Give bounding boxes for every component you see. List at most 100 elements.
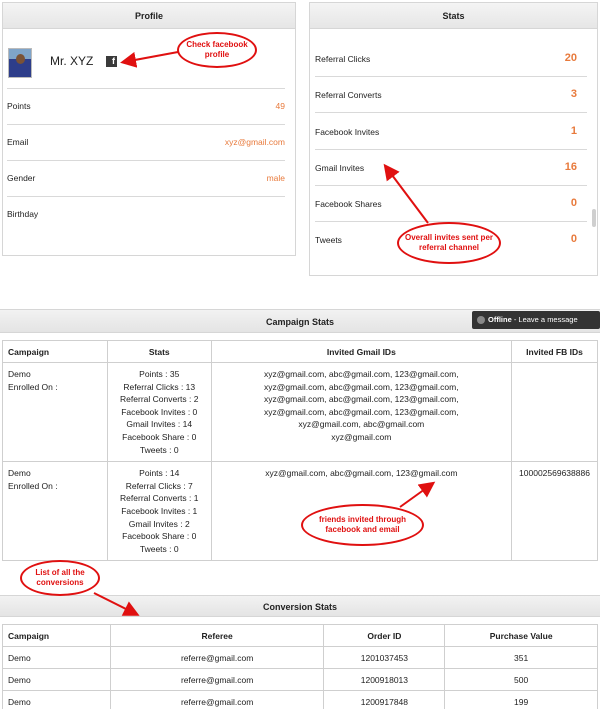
profile-row-gender: Gender male	[7, 173, 285, 183]
gmail-line: xyz@gmail.com	[331, 431, 392, 442]
stat-line: Referral Clicks : 13	[123, 381, 196, 392]
conv-order-id: 1201037453	[323, 646, 446, 669]
stat-line: Gmail Invites : 2	[128, 518, 190, 529]
table-row: Demo referre@gmail.com 1201037453 351	[2, 646, 598, 669]
gmail-line: xyz@gmail.com, abc@gmail.com, 123@gmail.…	[264, 381, 459, 392]
enrolled-on: Enrolled On :	[8, 480, 58, 491]
stats-label: Referral Clicks	[315, 54, 371, 64]
stats-row-facebook-invites: Facebook Invites 1	[315, 125, 577, 137]
stats-value: 0	[570, 197, 577, 209]
gmail-line: xyz@gmail.com, abc@gmail.com	[298, 419, 425, 430]
stats-row-gmail-invites: Gmail Invites 16	[315, 161, 577, 173]
profile-label: Gender	[7, 173, 36, 183]
profile-value: 49	[275, 101, 285, 111]
table-header-row: Campaign Stats Invited Gmail IDs Invited…	[2, 340, 599, 363]
enrolled-on: Enrolled On :	[8, 381, 58, 392]
gmail-line: xyz@gmail.com, abc@gmail.com, 123@gmail.…	[264, 394, 459, 405]
column-header: Invited Gmail IDs	[210, 340, 512, 363]
chat-status: Offline	[488, 315, 512, 324]
conv-value: 500	[444, 668, 598, 691]
stat-line: Tweets : 0	[139, 444, 179, 455]
stat-line: Points : 35	[139, 369, 180, 379]
column-header: Order ID	[323, 624, 446, 647]
table-row: Demo referre@gmail.com 1200918013 500	[2, 668, 598, 691]
gmail-line: xyz@gmail.com, abc@gmail.com, 123@gmail.…	[264, 369, 459, 379]
campaign-cell: Demo Enrolled On :	[2, 461, 108, 562]
stats-cell: Points : 14 Referral Clicks : 7 Referral…	[106, 461, 212, 562]
campaign-cell: Demo Enrolled On :	[2, 361, 108, 463]
stats-title: Stats	[310, 3, 597, 29]
stats-label: Facebook Invites	[315, 127, 380, 137]
column-header: Purchase Value	[444, 624, 598, 647]
conv-campaign: Demo	[2, 646, 111, 669]
stat-line: Gmail Invites : 14	[126, 419, 193, 430]
campaign-name: Demo	[8, 468, 31, 479]
stats-value: 20	[564, 52, 577, 64]
stats-label: Facebook Shares	[315, 199, 382, 209]
profile-title: Profile	[3, 3, 295, 29]
facebook-icon[interactable]: f	[106, 56, 117, 67]
conversion-stats-title: Conversion Stats	[0, 595, 600, 617]
annotation-conversions: List of all the conversions	[20, 560, 100, 596]
stat-line: Facebook Invites : 1	[121, 505, 198, 516]
profile-value: male	[266, 173, 285, 183]
profile-row-birthday: Birthday	[7, 209, 285, 219]
profile-label: Birthday	[7, 209, 39, 219]
stat-line: Facebook Share : 0	[122, 431, 197, 442]
table-header-row: Campaign Referee Order ID Purchase Value	[2, 624, 598, 647]
campaign-name: Demo	[8, 369, 31, 379]
stats-row-referral-converts: Referral Converts 3	[315, 88, 577, 100]
conv-order-id: 1200917848	[323, 690, 446, 709]
stats-value: 16	[564, 161, 577, 173]
profile-row-email: Email xyz@gmail.com	[7, 137, 285, 147]
profile-label: Points	[7, 101, 31, 111]
conversion-table: Campaign Referee Order ID Purchase Value…	[2, 624, 598, 709]
stats-scrollbar[interactable]	[592, 209, 596, 227]
chat-icon	[477, 316, 485, 324]
gmail-line: xyz@gmail.com, abc@gmail.com, 123@gmail.…	[264, 406, 459, 417]
table-row: Demo Enrolled On : Points : 35 Referral …	[2, 361, 599, 463]
profile-value: xyz@gmail.com	[224, 137, 285, 147]
profile-row-points: Points 49	[7, 101, 285, 111]
conv-referee: referre@gmail.com	[109, 646, 325, 669]
annotation-friends-invited: friends invited through facebook and ema…	[301, 504, 424, 546]
profile-name: Mr. XYZ	[50, 54, 94, 68]
column-header: Invited FB IDs	[510, 340, 599, 363]
stat-line: Tweets : 0	[139, 543, 179, 554]
gmail-line: xyz@gmail.com, abc@gmail.com, 123@gmail.…	[265, 468, 458, 479]
stat-line: Facebook Invites : 0	[121, 406, 198, 417]
table-row: Demo Enrolled On : Points : 14 Referral …	[2, 461, 599, 562]
column-header: Referee	[109, 624, 325, 647]
conv-referee: referre@gmail.com	[109, 690, 325, 709]
stats-label: Referral Converts	[315, 90, 382, 100]
table-row: Demo referre@gmail.com 1200917848 199	[2, 690, 598, 709]
stats-value: 1	[570, 125, 577, 137]
conv-referee: referre@gmail.com	[109, 668, 325, 691]
avatar[interactable]	[8, 48, 32, 78]
stat-line: Referral Clicks : 7	[125, 480, 193, 491]
stats-cell: Points : 35 Referral Clicks : 13 Referra…	[106, 361, 212, 463]
stat-line: Referral Converts : 1	[120, 493, 199, 504]
chat-offline-widget[interactable]: Offline - Leave a message	[472, 311, 600, 329]
conv-campaign: Demo	[2, 668, 111, 691]
gmail-ids-cell: xyz@gmail.com, abc@gmail.com, 123@gmail.…	[210, 361, 512, 463]
column-header: Campaign	[2, 340, 108, 363]
stat-line: Referral Converts : 2	[120, 394, 199, 405]
campaign-table: Campaign Stats Invited Gmail IDs Invited…	[2, 340, 599, 562]
profile-label: Email	[7, 137, 29, 147]
stat-line: Facebook Share : 0	[122, 531, 197, 542]
stats-row-facebook-shares: Facebook Shares 0	[315, 197, 577, 209]
chat-action: - Leave a message	[511, 315, 578, 324]
annotation-overall-invites: Overall invites sent per referral channe…	[397, 222, 501, 264]
conv-value: 199	[444, 690, 598, 709]
annotation-check-fb: Check facebook profile	[177, 32, 257, 68]
fb-ids-cell: 100002569638886	[510, 461, 599, 562]
conv-campaign: Demo	[2, 690, 111, 709]
stats-row-referral-clicks: Referral Clicks 20	[315, 52, 577, 64]
conv-value: 351	[444, 646, 598, 669]
stats-label: Tweets	[315, 235, 342, 245]
column-header: Campaign	[2, 624, 111, 647]
stats-value: 0	[570, 233, 577, 245]
conv-order-id: 1200918013	[323, 668, 446, 691]
stat-line: Points : 14	[139, 468, 180, 479]
